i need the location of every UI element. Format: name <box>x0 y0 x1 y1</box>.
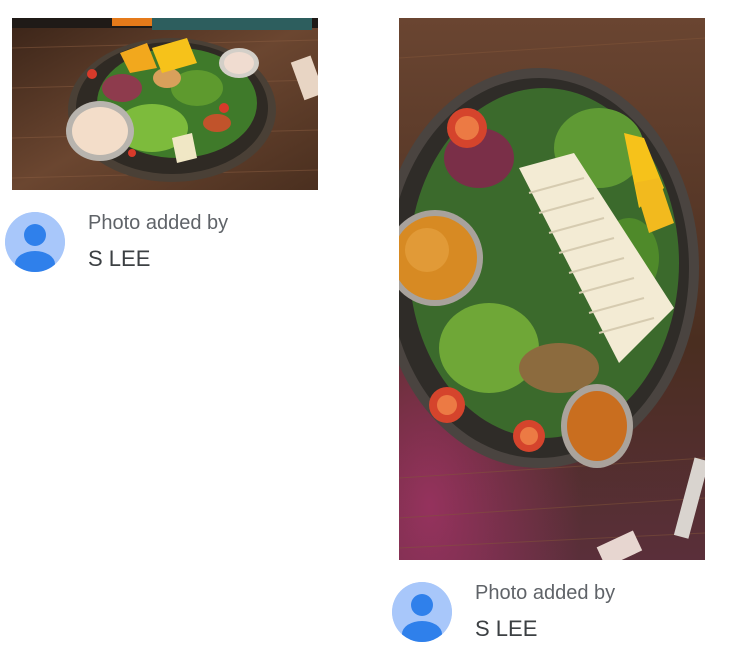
photo-1[interactable] <box>12 18 318 190</box>
default-user-avatar-icon <box>5 212 65 272</box>
photo-2[interactable] <box>399 18 705 560</box>
photo-2-attribution: Photo added by S LEE <box>392 582 722 652</box>
avatar[interactable] <box>5 212 65 272</box>
default-user-avatar-icon <box>392 582 452 642</box>
photo-author-name[interactable]: S LEE <box>475 617 537 641</box>
photo-1-image <box>12 18 318 190</box>
photo-added-by-label: Photo added by <box>475 582 616 604</box>
photo-2-image <box>399 18 705 560</box>
photo-1-attribution: Photo added by S LEE <box>5 212 335 282</box>
photo-author-name[interactable]: S LEE <box>88 247 150 271</box>
avatar[interactable] <box>392 582 452 642</box>
photo-added-by-label: Photo added by <box>88 212 229 234</box>
